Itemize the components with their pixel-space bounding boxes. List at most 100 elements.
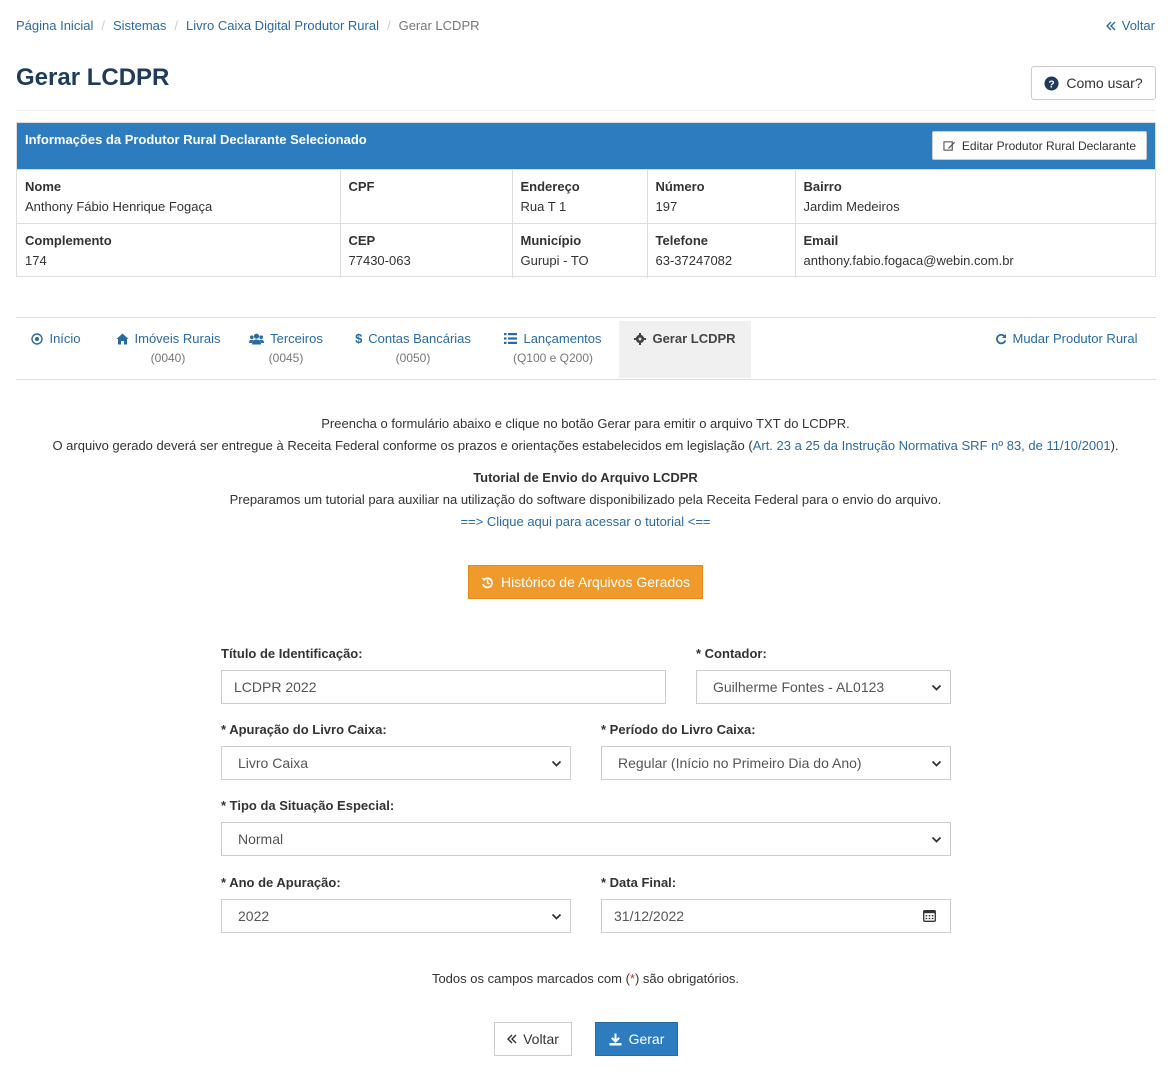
- intro-line-1: Preencha o formulário abaixo e clique no…: [321, 416, 850, 431]
- info-value: 197: [655, 199, 678, 214]
- required-note-prefix: Todos os campos marcados com (: [431, 971, 630, 986]
- info-cell-bairro: Bairro Jardim Medeiros: [794, 169, 1157, 224]
- tab-terceiros[interactable]: Terceiros (0045): [242, 321, 330, 378]
- double-chevron-left-icon: [1105, 21, 1116, 31]
- intro-line-2-prefix: O arquivo gerado deverá ser entregue à R…: [52, 438, 753, 453]
- info-label: Complemento: [25, 233, 112, 248]
- breadcrumb-sistemas[interactable]: Sistemas: [113, 18, 166, 33]
- back-link-label: Voltar: [1121, 18, 1155, 33]
- contador-select[interactable]: Guilherme Fontes - AL0123: [696, 670, 951, 704]
- tab-imoveis-rurais[interactable]: Imóveis Rurais (0040): [104, 321, 232, 378]
- info-label: CPF: [348, 179, 375, 194]
- help-button[interactable]: ? Como usar?: [1031, 66, 1156, 100]
- info-cell-cpf: CPF: [339, 169, 512, 224]
- question-circle-icon: ?: [1044, 75, 1059, 91]
- tutorial-text: Preparamos um tutorial para auxiliar na …: [229, 492, 942, 507]
- tab-gerar-lcdpr[interactable]: Gerar LCDPR: [619, 321, 751, 378]
- info-label: CEP: [348, 233, 376, 248]
- tab-sublabel: (0045): [268, 351, 304, 365]
- info-value: anthony.fabio.fogaca@webin.com.br: [803, 253, 1014, 268]
- history-icon: [481, 576, 494, 589]
- info-label: Município: [520, 233, 582, 248]
- gear-icon: [634, 332, 647, 345]
- apuracao-label: * Apuração do Livro Caixa:: [221, 722, 387, 737]
- tab-label: Imóveis Rurais: [134, 331, 221, 346]
- titulo-value: LCDPR 2022: [234, 679, 317, 695]
- apuracao-select[interactable]: Livro Caixa: [221, 746, 571, 780]
- edit-icon: [943, 140, 956, 152]
- tab-contas-bancarias[interactable]: $ Contas Bancárias (0050): [348, 321, 478, 378]
- titulo-label: Título de Identificação:: [221, 646, 363, 661]
- required-note-suffix: ) são obrigatórios.: [634, 971, 740, 986]
- situacao-value: Normal: [238, 831, 284, 847]
- producer-info-panel: Informações da Produtor Rural Declarante…: [16, 122, 1157, 278]
- history-button[interactable]: Histórico de Arquivos Gerados: [468, 565, 703, 599]
- info-cell-email: Email anthony.fabio.fogaca@webin.com.br: [794, 223, 1157, 278]
- section-tabs: Início Imóveis Rurais (0040) Terceiros (…: [16, 317, 1156, 380]
- tab-sublabel: (0050): [395, 351, 431, 365]
- situacao-select[interactable]: Normal: [221, 822, 951, 856]
- divider: [16, 110, 1156, 111]
- info-value: 77430-063: [348, 253, 411, 268]
- tab-label: Contas Bancárias: [368, 331, 471, 346]
- history-button-label: Histórico de Arquivos Gerados: [500, 574, 691, 590]
- info-cell-numero: Número 197: [646, 169, 795, 224]
- chevron-down-icon: [931, 834, 942, 845]
- tab-lancamentos[interactable]: Lançamentos (Q100 e Q200): [498, 321, 608, 378]
- tab-label: Início: [49, 331, 81, 346]
- intro-line-2-suffix: ).: [1110, 438, 1119, 453]
- info-cell-municipio: Município Gurupi - TO: [511, 223, 647, 278]
- info-value-redacted: [348, 199, 441, 212]
- info-cell-nome: Nome Anthony Fábio Henrique Fogaça: [17, 169, 340, 224]
- info-label: Endereço: [520, 179, 580, 194]
- tutorial-title: Tutorial de Envio do Arquivo LCDPR: [473, 470, 698, 485]
- titulo-input[interactable]: LCDPR 2022: [221, 670, 666, 704]
- chevron-down-icon: [931, 682, 942, 693]
- data-final-label: * Data Final:: [601, 875, 677, 890]
- page-title: Gerar LCDPR: [16, 64, 170, 91]
- tab-label: Gerar LCDPR: [652, 331, 736, 346]
- info-cell-telefone: Telefone 63-37247082: [646, 223, 795, 278]
- breadcrumb-livro-caixa[interactable]: Livro Caixa Digital Produtor Rural: [186, 18, 379, 33]
- chevron-down-icon: [931, 758, 942, 769]
- generate-button[interactable]: Gerar: [595, 1022, 678, 1056]
- tab-label: Lançamentos: [523, 331, 602, 346]
- data-final-input[interactable]: 31/12/2022: [601, 899, 951, 933]
- edit-producer-button[interactable]: Editar Produtor Rural Declarante: [931, 131, 1147, 160]
- panel-header: Informações da Produtor Rural Declarante…: [17, 123, 1155, 169]
- breadcrumb-separator: /: [174, 18, 179, 33]
- breadcrumb-separator: /: [386, 18, 391, 33]
- edit-producer-label: Editar Produtor Rural Declarante: [961, 138, 1136, 153]
- chevron-down-icon: [551, 911, 562, 922]
- breadcrumb-separator: /: [101, 18, 105, 33]
- info-cell-cep: CEP 77430-063: [339, 223, 512, 278]
- tutorial-link[interactable]: ==> Clique aqui para acessar o tutorial …: [460, 514, 710, 529]
- tab-label: Mudar Produtor Rural: [1012, 331, 1138, 346]
- tab-sublabel: (Q100 e Q200): [512, 351, 594, 365]
- calendar-icon[interactable]: [923, 909, 936, 922]
- info-label: Telefone: [655, 233, 709, 248]
- info-cell-complemento: Complemento 174: [17, 223, 340, 278]
- apuracao-value: Livro Caixa: [238, 755, 309, 771]
- periodo-select[interactable]: Regular (Início no Primeiro Dia do Ano): [601, 746, 951, 780]
- back-link-top[interactable]: Voltar: [1105, 18, 1155, 33]
- refresh-icon: [995, 333, 1007, 345]
- legislation-link[interactable]: Art. 23 a 25 da Instrução Normativa SRF …: [753, 438, 1111, 453]
- data-final-value: 31/12/2022: [614, 908, 685, 924]
- contador-value: Guilherme Fontes - AL0123: [713, 679, 885, 695]
- info-label: Bairro: [803, 179, 842, 194]
- tab-inicio[interactable]: Início: [16, 321, 96, 378]
- back-button[interactable]: Voltar: [494, 1022, 572, 1056]
- tutorial-link-row: ==> Clique aqui para acessar o tutorial …: [0, 514, 1171, 529]
- periodo-label: * Período do Livro Caixa:: [601, 722, 756, 737]
- info-label: Email: [803, 233, 839, 248]
- ano-label: * Ano de Apuração:: [221, 875, 341, 890]
- info-value: Anthony Fábio Henrique Fogaça: [25, 199, 213, 214]
- panel-title: Informações da Produtor Rural Declarante…: [25, 132, 367, 147]
- ano-select[interactable]: 2022: [221, 899, 571, 933]
- info-value: 174: [25, 253, 47, 268]
- info-value: 63-37247082: [655, 253, 733, 268]
- tab-mudar-produtor[interactable]: Mudar Produtor Rural: [986, 321, 1146, 378]
- list-icon: [504, 333, 518, 344]
- breadcrumb-home[interactable]: Página Inicial: [16, 18, 93, 33]
